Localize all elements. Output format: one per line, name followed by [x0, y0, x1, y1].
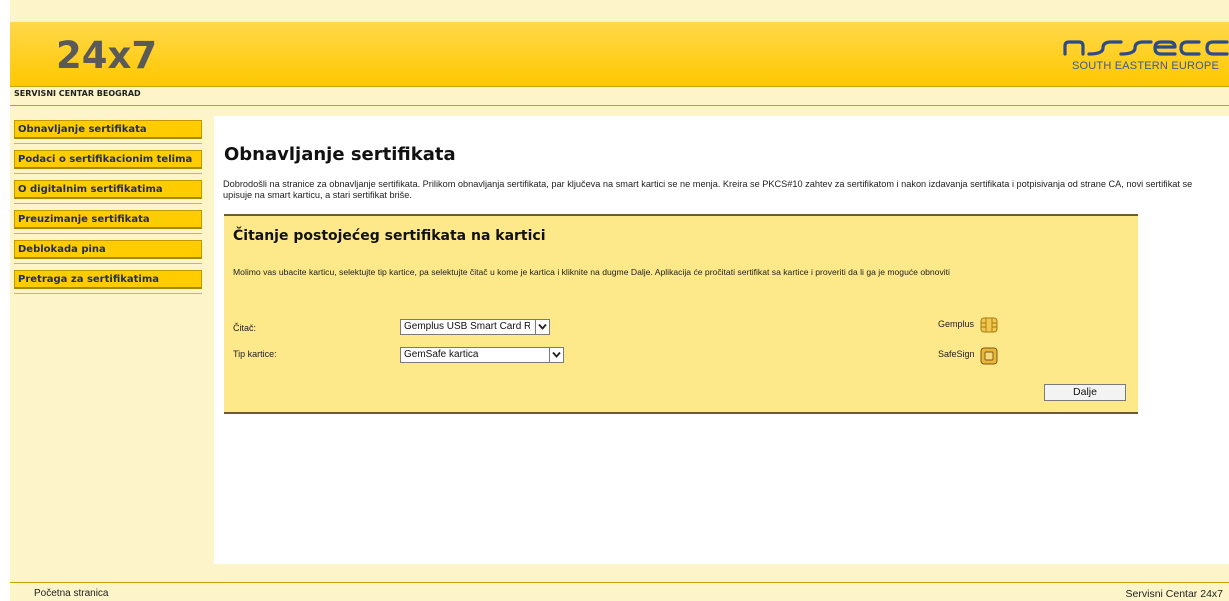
reader-label: Čitač:	[233, 323, 257, 333]
site-subtitle: SERVISNI CENTAR BEOGRAD	[14, 89, 141, 98]
sidebar-item-o-digitalnim[interactable]: O digitalnim sertifikatima	[14, 180, 202, 199]
sidebar-item-preuzimanje[interactable]: Preuzimanje sertifikata	[14, 210, 202, 229]
panel-title: Čitanje postojećeg sertifikata na kartic…	[233, 228, 546, 244]
divider	[14, 203, 202, 204]
divider	[14, 233, 202, 234]
reader-select-value: Gemplus USB Smart Card Reader	[404, 321, 530, 332]
divider	[14, 263, 202, 264]
reader-select[interactable]: Gemplus USB Smart Card Reader	[400, 319, 550, 335]
sidebar-item-deblokada[interactable]: Deblokada pina	[14, 240, 202, 259]
app-frame: 24x7 SOUTH EASTERN EUROPE SERVISNI CENTA…	[10, 0, 1229, 601]
footer-home-link[interactable]: Početna stranica	[34, 588, 109, 599]
reader-panel: Čitanje postojećeg sertifikata na kartic…	[224, 214, 1138, 414]
main-content: Obnavljanje sertifikata Dobrodošli na st…	[214, 116, 1229, 564]
divider	[14, 293, 202, 294]
sidebar-item-podaci-ca[interactable]: Podaci o sertifikacionim telima	[14, 150, 202, 169]
sidebar-item-pretraga[interactable]: Pretraga za sertifikatima	[14, 270, 202, 289]
safesign-chip-icon[interactable]	[980, 347, 998, 365]
sidebar: Obnavljanje sertifikata Podaci o sertifi…	[10, 120, 210, 300]
header-subbar: SERVISNI CENTAR BEOGRAD	[10, 86, 1229, 106]
chevron-down-icon[interactable]	[535, 320, 549, 334]
card-type-label: Tip kartice:	[233, 349, 277, 359]
card-type-select[interactable]: GemSafe kartica	[400, 347, 564, 363]
footer-brand: Servisni Centar 24x7	[1125, 588, 1223, 600]
next-button[interactable]: Dalje	[1044, 384, 1126, 401]
intro-text: Dobrodošli na stranice za obnavljanje se…	[223, 179, 1193, 200]
page-title: Obnavljanje sertifikata	[224, 144, 456, 165]
panel-instructions: Molimo vas ubacite karticu, selektujte t…	[233, 267, 950, 277]
gemplus-chip-icon[interactable]	[980, 316, 998, 334]
chevron-down-icon[interactable]	[549, 348, 563, 362]
brand-subtitle: SOUTH EASTERN EUROPE	[1071, 60, 1219, 72]
header: 24x7 SOUTH EASTERN EUROPE	[10, 22, 1229, 86]
logo-24x7: 24x7	[56, 34, 158, 77]
safesign-label: SafeSign	[938, 349, 975, 359]
divider	[14, 173, 202, 174]
sidebar-item-obnavljanje[interactable]: Obnavljanje sertifikata	[14, 120, 202, 139]
card-type-select-value: GemSafe kartica	[404, 349, 479, 360]
divider	[14, 143, 202, 144]
footer: Početna stranica Servisni Centar 24x7	[10, 582, 1229, 601]
gemplus-label: Gemplus	[938, 319, 975, 329]
